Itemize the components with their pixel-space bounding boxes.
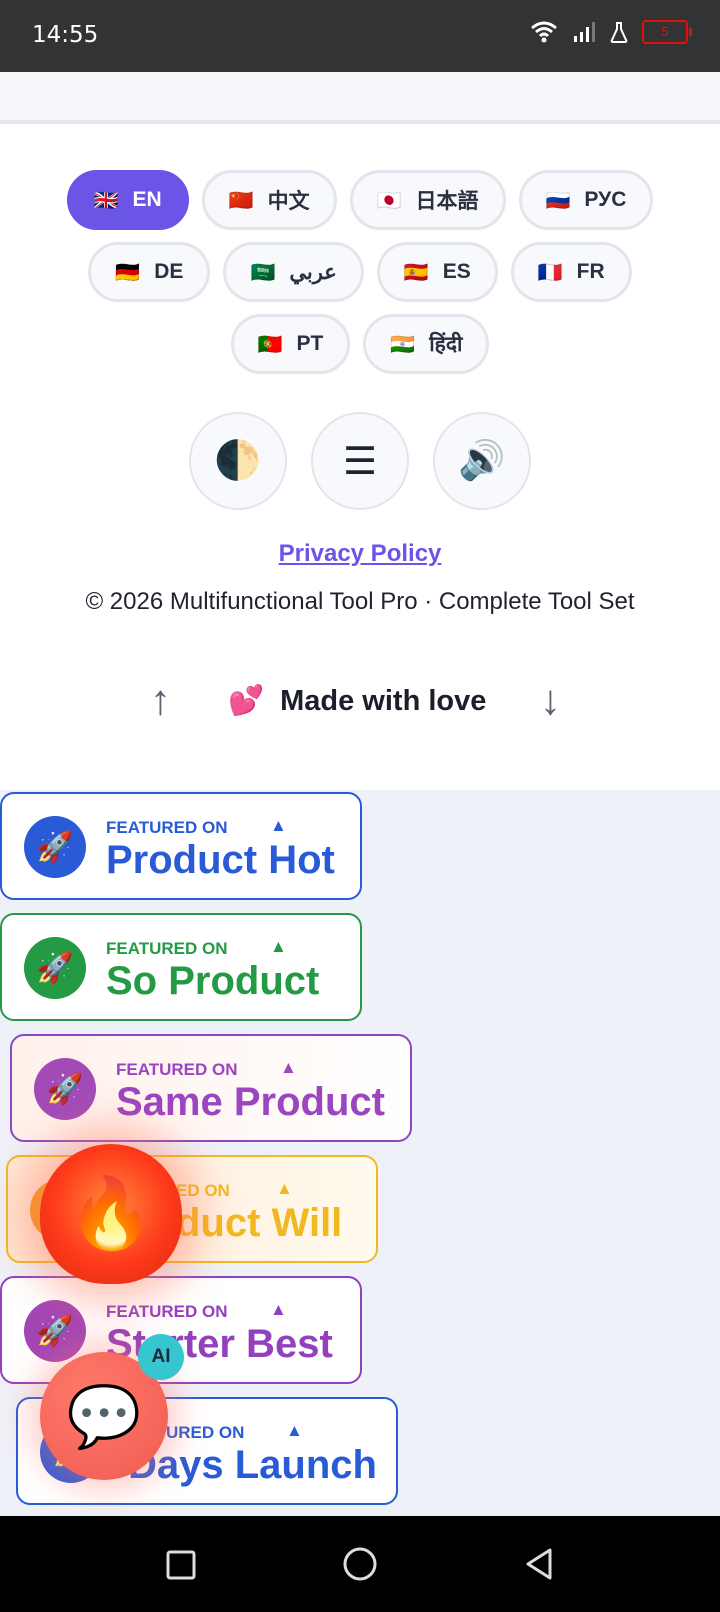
home-icon[interactable] xyxy=(336,1540,384,1588)
japan-flag-icon: 🇯🇵 xyxy=(376,189,402,212)
language-en-button[interactable]: 🇬🇧 EN xyxy=(66,170,189,230)
rocket-icon: 🚀 xyxy=(24,937,86,999)
badge-featured-label: ED ON xyxy=(176,1181,230,1200)
made-with-love: 💕 Made with love xyxy=(228,684,486,718)
featured-badge-product-hot[interactable]: 🚀 FEATURED ON ▲ Product Hot xyxy=(0,792,362,900)
saudi-flag-icon: 🇸🇦 xyxy=(250,261,276,284)
language-selector: 🇬🇧 EN 🇨🇳 中文 🇯🇵 日本語 🇷🇺 РУС 🇩🇪 DE 🇸🇦 عربي 🇪🇸 ES 🇫… xyxy=(0,170,720,386)
portugal-flag-icon: 🇵🇹 xyxy=(257,333,283,356)
signal-icon xyxy=(574,22,595,42)
fire-icon: 🔥 xyxy=(67,1174,155,1252)
badge-product-name: Product Hot xyxy=(106,838,335,882)
language-label: PT xyxy=(296,332,324,355)
privacy-policy-link[interactable]: Privacy Policy xyxy=(0,540,720,568)
battery-icon: 5 xyxy=(642,20,692,44)
upvote-triangle-icon: ▲ xyxy=(270,1300,287,1319)
chat-bubble-icon: 💬 xyxy=(66,1382,142,1450)
india-flag-icon: 🇮🇳 xyxy=(390,333,416,356)
spain-flag-icon: 🇪🇸 xyxy=(403,261,429,284)
badge-product-name: Days Launch xyxy=(128,1443,377,1487)
made-with-love-row: ↑ 💕 Made with love ↓ xyxy=(0,676,720,736)
battery-level: 5 xyxy=(661,24,669,39)
language-label: 中文 xyxy=(267,190,310,213)
scroll-down-arrow-icon[interactable]: ↓ xyxy=(540,676,561,724)
badge-product-name: So Product xyxy=(106,959,320,1003)
badge-featured-label: FEATURED ON xyxy=(106,818,228,837)
upvote-triangle-icon: ▲ xyxy=(276,1179,293,1198)
language-pt-button[interactable]: 🇵🇹 PT xyxy=(230,314,351,374)
menu-button[interactable]: ☰ xyxy=(311,412,409,510)
status-icons: 5 xyxy=(530,20,692,44)
moon-icon: 🌓 xyxy=(214,440,262,482)
language-ja-button[interactable]: 🇯🇵 日本語 xyxy=(349,170,506,230)
language-fr-button[interactable]: 🇫🇷 FR xyxy=(510,242,632,302)
theme-toggle-button[interactable]: 🌓 xyxy=(189,412,287,510)
language-es-button[interactable]: 🇪🇸 ES xyxy=(376,242,498,302)
language-ar-button[interactable]: 🇸🇦 عربي xyxy=(223,242,364,302)
status-bar: 14:55 5 xyxy=(0,0,720,72)
system-navigation-bar xyxy=(0,1516,720,1612)
footer-controls: 🌓 ☰ 🔊 xyxy=(0,412,720,510)
language-row: 🇵🇹 PT 🇮🇳 हिंदी xyxy=(0,314,720,374)
rocket-icon: 🚀 xyxy=(24,816,86,878)
language-label: 日本語 xyxy=(415,190,479,213)
scroll-up-arrow-icon[interactable]: ↑ xyxy=(150,676,171,724)
heart-icon: 💕 xyxy=(228,685,265,717)
featured-badge-same-product[interactable]: 🚀 FEATURED ON ▲ Same Product xyxy=(10,1034,412,1142)
hot-fire-floating-button[interactable]: 🔥 xyxy=(40,1144,182,1284)
status-time: 14:55 xyxy=(32,22,99,48)
featured-badge-so-product[interactable]: 🚀 FEATURED ON ▲ So Product xyxy=(0,913,362,1021)
badge-product-name: Same Product xyxy=(116,1080,385,1124)
russia-flag-icon: 🇷🇺 xyxy=(545,189,571,212)
badge-featured-label: FEATURED ON xyxy=(116,1060,238,1079)
ai-badge: AI xyxy=(138,1334,184,1380)
language-label: عربي xyxy=(289,260,337,284)
badge-featured-label: URED ON xyxy=(166,1423,245,1442)
language-row: 🇬🇧 EN 🇨🇳 中文 🇯🇵 日本語 🇷🇺 РУС xyxy=(0,170,720,230)
language-de-button[interactable]: 🇩🇪 DE xyxy=(88,242,211,302)
china-flag-icon: 🇨🇳 xyxy=(228,189,254,212)
recent-apps-icon[interactable] xyxy=(156,1540,204,1588)
rocket-icon: 🚀 xyxy=(24,1300,86,1362)
upvote-triangle-icon: ▲ xyxy=(280,1058,297,1077)
language-label: हिंदी xyxy=(429,333,463,356)
page-header-band xyxy=(0,72,720,124)
upvote-triangle-icon: ▲ xyxy=(286,1421,303,1440)
upvote-triangle-icon: ▲ xyxy=(270,816,287,835)
hamburger-menu-icon: ☰ xyxy=(342,440,378,483)
badge-featured-label: FEATURED ON xyxy=(106,1302,228,1321)
badge-product-name: duct Will xyxy=(176,1201,343,1245)
back-icon[interactable] xyxy=(516,1540,564,1588)
uk-flag-icon: 🇬🇧 xyxy=(93,189,119,212)
speaker-icon: 🔊 xyxy=(458,440,506,482)
language-label: ES xyxy=(442,260,471,283)
language-label: РУС xyxy=(584,188,627,211)
germany-flag-icon: 🇩🇪 xyxy=(115,261,141,284)
language-zh-button[interactable]: 🇨🇳 中文 xyxy=(201,170,337,230)
lab-flask-icon xyxy=(610,22,628,43)
language-label: FR xyxy=(576,260,605,283)
language-ru-button[interactable]: 🇷🇺 РУС xyxy=(518,170,654,230)
badge-featured-label: FEATURED ON xyxy=(106,939,228,958)
france-flag-icon: 🇫🇷 xyxy=(537,261,563,284)
language-label: EN xyxy=(132,188,162,211)
sound-toggle-button[interactable]: 🔊 xyxy=(433,412,531,510)
wifi-icon xyxy=(531,21,557,43)
language-label: DE xyxy=(154,260,184,283)
language-hi-button[interactable]: 🇮🇳 हिंदी xyxy=(363,314,490,374)
made-with-love-label: Made with love xyxy=(280,685,487,717)
rocket-icon: 🚀 xyxy=(34,1058,96,1120)
language-row: 🇩🇪 DE 🇸🇦 عربي 🇪🇸 ES 🇫🇷 FR xyxy=(0,242,720,302)
copyright-text: © 2026 Multifunctional Tool Pro · Comple… xyxy=(85,588,635,615)
upvote-triangle-icon: ▲ xyxy=(270,937,287,956)
